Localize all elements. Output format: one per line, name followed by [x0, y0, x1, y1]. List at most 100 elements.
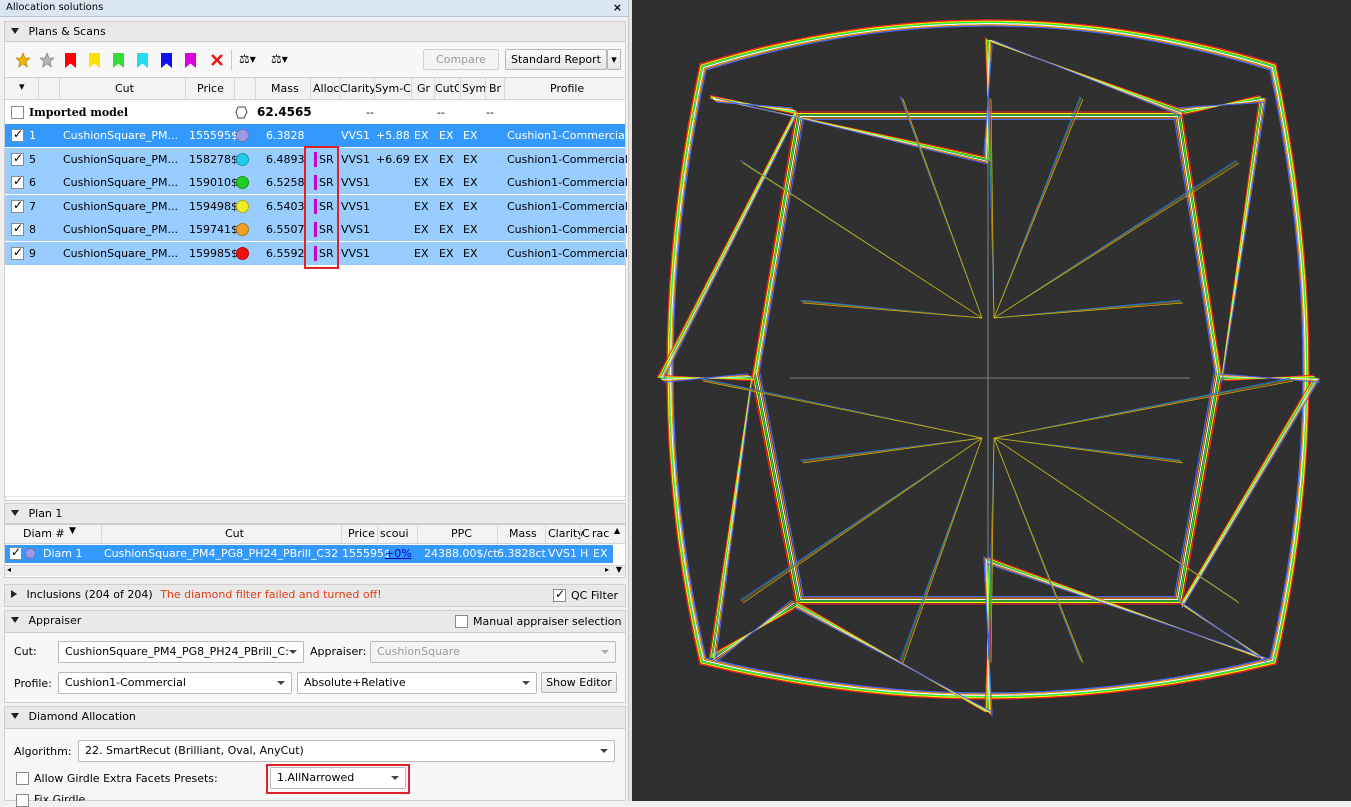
color-dot-icon: [236, 199, 249, 213]
plan-clarity: VVS1: [341, 246, 371, 260]
plan-profile: Cushion1-Commercial: [507, 129, 628, 142]
qc-filter-checkbox[interactable]: [553, 587, 566, 602]
plan-clarity: VVS1: [341, 223, 371, 236]
plan-cut-grade: EX: [414, 152, 429, 166]
col-cut[interactable]: Cut: [115, 82, 134, 95]
col-br[interactable]: Br: [489, 82, 501, 95]
row-checkbox[interactable]: [11, 127, 24, 142]
profile-select[interactable]: Cushion1-Commercial: [58, 672, 292, 694]
profile-value: Cushion1-Commercial: [65, 676, 186, 689]
plan-cut: CushionSquare_PM...: [63, 199, 178, 213]
allocation-header[interactable]: Diamond Allocation: [4, 706, 626, 729]
gray-star-icon[interactable]: [39, 51, 55, 69]
plan-price: 159010$: [189, 176, 238, 189]
green-bookmark-icon[interactable]: [113, 53, 124, 68]
col-price[interactable]: Price: [197, 82, 224, 95]
plans-scans-header[interactable]: Plans & Scans: [4, 21, 626, 42]
col-profile[interactable]: Profile: [550, 82, 584, 95]
row-checkbox[interactable]: [11, 106, 24, 119]
color-dot-icon: [236, 152, 249, 166]
scroll-left-icon[interactable]: ◂: [7, 565, 11, 574]
plan1-row[interactable]: Diam 1 CushionSquare_PM4_PG8_PH24_PBrill…: [5, 545, 613, 563]
plan-br: EX: [463, 176, 478, 189]
col-cutg[interactable]: CutG: [435, 82, 459, 95]
row-checkbox[interactable]: [11, 151, 24, 166]
imported-model-row[interactable]: Imported model 62.4565 -- -- --: [5, 101, 625, 124]
panel-title: Allocation solutions: [6, 2, 104, 13]
scroll-right-icon[interactable]: ▸: [605, 565, 609, 574]
manual-appraiser-checkbox[interactable]: [455, 615, 468, 628]
close-icon[interactable]: ×: [613, 1, 622, 14]
sort-icon[interactable]: ▼: [69, 526, 76, 536]
algorithm-value: 22. SmartRecut (Brilliant, Oval, AnyCut): [85, 744, 304, 757]
col-mass[interactable]: Mass: [271, 82, 299, 95]
standard-report-button[interactable]: Standard Report: [505, 49, 607, 70]
blue-bookmark-icon[interactable]: [161, 53, 172, 68]
gold-star-icon[interactable]: [15, 51, 31, 69]
appraiser-select[interactable]: CushionSquare: [370, 641, 616, 663]
plan-cut-grade: EX: [414, 176, 429, 189]
col-clarity[interactable]: Clarity: [548, 527, 584, 540]
plan1-table: Diam # ▼ Cut Price scoui PPC Mass Clarit…: [4, 524, 626, 578]
cut-select[interactable]: CushionSquare_PM4_PG8_PH24_PBrill_C:: [58, 641, 304, 663]
splitter-handle[interactable]: [5, 496, 625, 500]
horizontal-scrollbar[interactable]: ◂ ▸ ▼: [5, 565, 625, 576]
col-clarity[interactable]: Clarity: [340, 82, 374, 95]
plan1-clarity: VVS1: [548, 547, 578, 560]
plans-table: ▾ Cut Price Mass Alloc Clarity Sym-C Gr …: [4, 77, 628, 501]
fix-girdle-label: Fix Girdle: [34, 793, 86, 801]
scroll-down-icon[interactable]: ▼: [616, 565, 622, 574]
col-sym-c[interactable]: Sym-C: [375, 82, 411, 95]
remove-mark-icon[interactable]: [209, 51, 225, 69]
col-mass[interactable]: Mass: [509, 527, 537, 540]
plan-id: 8: [29, 223, 36, 236]
mode-select[interactable]: Absolute+Relative: [297, 672, 537, 694]
row-checkbox[interactable]: [11, 198, 24, 213]
col-gr[interactable]: Gr: [417, 82, 430, 95]
cyan-bookmark-icon[interactable]: [137, 53, 148, 68]
plan1-ppc: 24388.00$/ct: [424, 547, 498, 560]
appraiser-header[interactable]: Appraiser Manual appraiser selection: [4, 610, 626, 633]
col-alloc[interactable]: Alloc: [313, 82, 339, 95]
col-sym[interactable]: Sym: [462, 82, 486, 95]
plan1-header[interactable]: Plan 1: [4, 503, 626, 524]
plan1-mass: 6.3828ct: [497, 547, 546, 560]
col-discount[interactable]: scoui: [380, 527, 409, 540]
plan-row[interactable]: 1 CushionSquare_PM... 155595$ 6.3828 VVS…: [5, 124, 628, 147]
plan1-discount-link[interactable]: +0%: [385, 547, 412, 560]
col-color[interactable]: C: [582, 527, 590, 540]
allocation-title: Diamond Allocation: [28, 710, 136, 723]
scale-icon[interactable]: ⚖▾: [239, 52, 256, 66]
column-menu-icon[interactable]: ▾: [19, 80, 25, 93]
diamond-3d-viewport[interactable]: [632, 0, 1351, 801]
plan-sym: EX: [439, 199, 454, 213]
col-grade[interactable]: rac: [592, 527, 609, 540]
col-ppc[interactable]: PPC: [451, 527, 472, 540]
plans-toolbar: ⚖▾ ⚖▾ Compare Standard Report ▾: [4, 43, 626, 77]
col-cut[interactable]: Cut: [225, 527, 244, 540]
cut-label: Cut:: [14, 645, 37, 658]
row-checkbox[interactable]: [11, 221, 24, 236]
plan-price: 158278$: [189, 152, 238, 166]
col-price[interactable]: Price: [348, 527, 375, 540]
color-dot-icon: [236, 246, 249, 260]
inclusions-header[interactable]: Inclusions (204 of 204) The diamond filt…: [4, 584, 626, 607]
col-diam[interactable]: Diam #: [23, 527, 65, 540]
girdle-extra-checkbox[interactable]: [16, 772, 29, 785]
row-checkbox[interactable]: [11, 245, 24, 260]
scroll-up-icon[interactable]: ▲: [614, 526, 620, 535]
cut-value: CushionSquare_PM4_PG8_PH24_PBrill_C:: [65, 645, 289, 658]
magenta-bookmark-icon[interactable]: [185, 53, 196, 68]
report-dropdown-icon[interactable]: ▾: [607, 49, 621, 70]
row-checkbox[interactable]: [11, 174, 24, 189]
plan-mass: 6.5403: [266, 199, 305, 213]
row-checkbox[interactable]: [9, 545, 22, 560]
show-editor-button[interactable]: Show Editor: [541, 672, 617, 693]
red-bookmark-icon[interactable]: [65, 53, 76, 68]
plan-sym: EX: [439, 223, 454, 236]
yellow-bookmark-icon[interactable]: [89, 53, 100, 68]
plan-cut-grade: EX: [414, 199, 429, 213]
compare-button[interactable]: Compare: [423, 49, 499, 70]
algorithm-select[interactable]: 22. SmartRecut (Brilliant, Oval, AnyCut): [78, 740, 615, 762]
scale-compare-icon[interactable]: ⚖▾: [271, 52, 288, 66]
